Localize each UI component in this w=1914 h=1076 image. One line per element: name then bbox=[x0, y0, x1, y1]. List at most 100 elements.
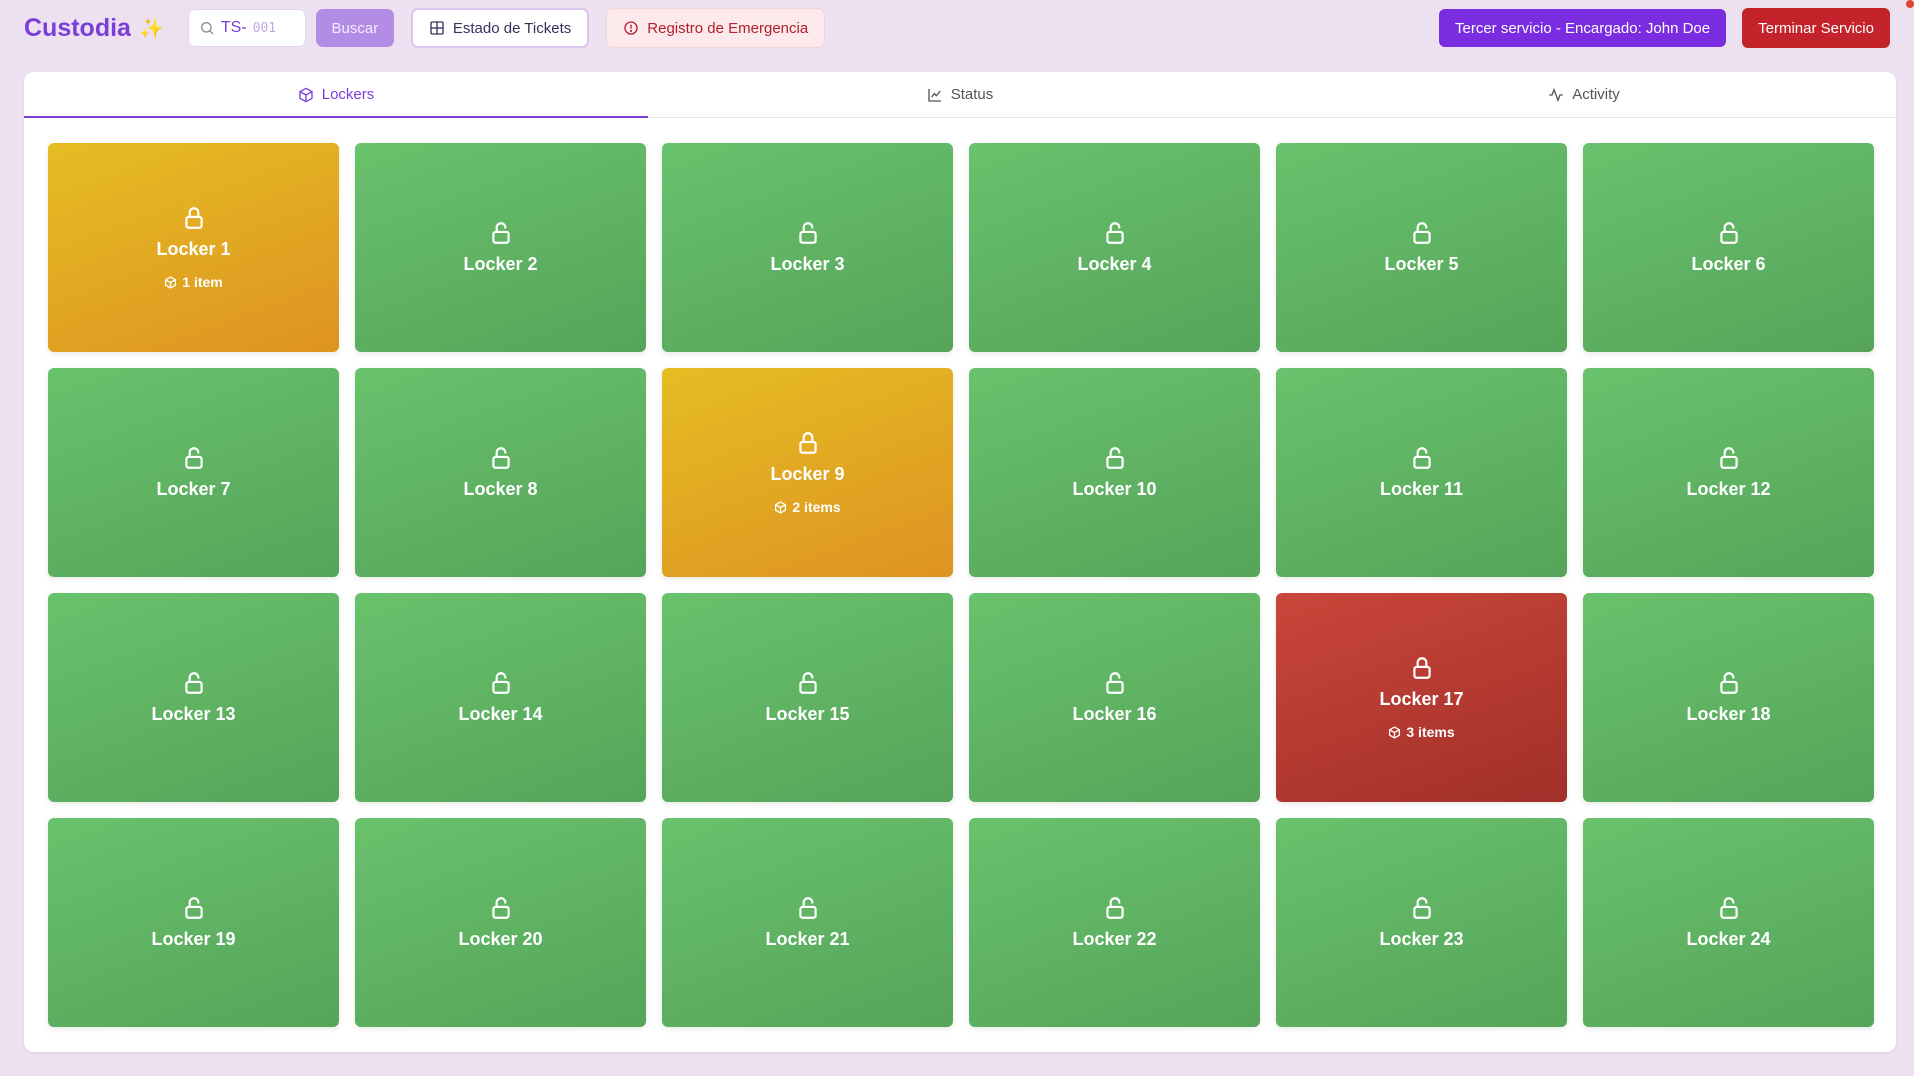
locker-card[interactable]: Locker 22 bbox=[969, 818, 1260, 1027]
locker-name: Locker 9 bbox=[770, 464, 845, 484]
lock-open-icon bbox=[1105, 222, 1124, 244]
tab-status[interactable]: Status bbox=[648, 72, 1272, 117]
sparkle-icon: ✨ bbox=[138, 17, 164, 40]
locker-card[interactable]: Locker 18 bbox=[1583, 593, 1874, 802]
locker-card[interactable]: Locker 11 bbox=[1276, 368, 1567, 577]
locker-card[interactable]: Locker 24 bbox=[1583, 818, 1874, 1027]
locker-name: Locker 21 bbox=[765, 929, 850, 949]
locker-card[interactable]: Locker 9 2 items bbox=[662, 368, 953, 577]
lock-open-icon bbox=[491, 672, 510, 694]
locker-item-count: 2 items bbox=[774, 499, 841, 515]
main-panel: Lockers Status Activity Locker 11 item Lo… bbox=[24, 72, 1896, 1052]
ticket-search-box[interactable]: TS- bbox=[187, 9, 306, 47]
locker-card[interactable]: Locker 21 bbox=[662, 818, 953, 1027]
locker-name: Locker 1 bbox=[156, 239, 231, 259]
lock-open-icon bbox=[491, 222, 510, 244]
ticket-status-button[interactable]: Estado de Tickets bbox=[410, 8, 590, 48]
activity-icon bbox=[1549, 87, 1563, 102]
box-icon bbox=[165, 275, 177, 289]
lock-open-icon bbox=[184, 897, 203, 919]
lock-open-icon bbox=[1105, 672, 1124, 694]
locker-item-count-label: 2 items bbox=[792, 499, 841, 515]
tab-activity-label: Activity bbox=[1572, 86, 1620, 103]
alert-circle-icon bbox=[624, 21, 638, 35]
locker-card[interactable]: Locker 15 bbox=[662, 593, 953, 802]
locker-card[interactable]: Locker 12 bbox=[1583, 368, 1874, 577]
lock-open-icon bbox=[1719, 222, 1738, 244]
locker-name: Locker 16 bbox=[1072, 704, 1157, 724]
service-badge[interactable]: Tercer servicio - Encargado: John Doe bbox=[1439, 9, 1727, 47]
lock-open-icon bbox=[1105, 897, 1124, 919]
locker-name: Locker 12 bbox=[1686, 479, 1771, 499]
locker-name: Locker 3 bbox=[770, 254, 845, 274]
locker-item-count-label: 1 item bbox=[182, 274, 223, 290]
lock-open-icon bbox=[1105, 447, 1124, 469]
locker-name: Locker 18 bbox=[1686, 704, 1771, 724]
lock-open-icon bbox=[184, 672, 203, 694]
emergency-log-label: Registro de Emergencia bbox=[647, 19, 809, 37]
lock-icon bbox=[1412, 657, 1431, 679]
tab-activity[interactable]: Activity bbox=[1272, 72, 1896, 117]
locker-card[interactable]: Locker 10 bbox=[969, 368, 1260, 577]
locker-card[interactable]: Locker 16 bbox=[969, 593, 1260, 802]
tab-lockers-label: Lockers bbox=[321, 86, 375, 103]
locker-name: Locker 15 bbox=[765, 704, 850, 724]
box-icon bbox=[1389, 725, 1401, 739]
ticket-prefix: TS- bbox=[220, 19, 247, 36]
lock-open-icon bbox=[491, 897, 510, 919]
locker-card[interactable]: Locker 7 bbox=[48, 368, 339, 577]
locker-name: Locker 22 bbox=[1072, 929, 1157, 949]
locker-card[interactable]: Locker 5 bbox=[1276, 143, 1567, 352]
app-title: Custodia ✨ bbox=[24, 14, 164, 43]
locker-name: Locker 19 bbox=[151, 929, 236, 949]
lock-open-icon bbox=[798, 222, 817, 244]
top-bar: Custodia ✨ TS- Buscar Estado de Tickets … bbox=[0, 0, 1914, 56]
locker-name: Locker 7 bbox=[156, 479, 231, 499]
lock-open-icon bbox=[1719, 897, 1738, 919]
locker-card[interactable]: Locker 6 bbox=[1583, 143, 1874, 352]
locker-name: Locker 5 bbox=[1384, 254, 1459, 274]
locker-card[interactable]: Locker 14 bbox=[355, 593, 646, 802]
locker-card[interactable]: Locker 4 bbox=[969, 143, 1260, 352]
lock-icon bbox=[184, 207, 203, 229]
locker-card[interactable]: Locker 3 bbox=[662, 143, 953, 352]
lock-open-icon bbox=[184, 447, 203, 469]
search-button[interactable]: Buscar bbox=[315, 9, 394, 47]
lock-open-icon bbox=[798, 897, 817, 919]
lock-open-icon bbox=[1719, 447, 1738, 469]
locker-card[interactable]: Locker 2 bbox=[355, 143, 646, 352]
locker-name: Locker 13 bbox=[151, 704, 236, 724]
locker-card[interactable]: Locker 1 1 item bbox=[48, 143, 339, 352]
tab-lockers[interactable]: Lockers bbox=[24, 72, 648, 118]
emergency-log-button[interactable]: Registro de Emergencia bbox=[606, 8, 826, 48]
locker-item-count: 1 item bbox=[164, 274, 223, 290]
lock-open-icon bbox=[1719, 672, 1738, 694]
locker-card[interactable]: Locker 20 bbox=[355, 818, 646, 1027]
lock-open-icon bbox=[798, 672, 817, 694]
locker-item-count: 3 items bbox=[1388, 724, 1455, 740]
locker-name: Locker 10 bbox=[1072, 479, 1157, 499]
lock-open-icon bbox=[491, 447, 510, 469]
locker-item-count-label: 3 items bbox=[1406, 724, 1455, 740]
locker-card[interactable]: Locker 13 bbox=[48, 593, 339, 802]
locker-name: Locker 17 bbox=[1379, 689, 1464, 709]
lock-icon bbox=[798, 432, 817, 454]
locker-card[interactable]: Locker 23 bbox=[1276, 818, 1567, 1027]
lock-open-icon bbox=[1412, 897, 1431, 919]
tab-bar: Lockers Status Activity bbox=[24, 72, 1896, 118]
locker-card[interactable]: Locker 19 bbox=[48, 818, 339, 1027]
locker-name: Locker 8 bbox=[463, 479, 538, 499]
notification-dot bbox=[1906, 0, 1914, 8]
locker-card[interactable]: Locker 17 3 items bbox=[1276, 593, 1567, 802]
locker-card[interactable]: Locker 8 bbox=[355, 368, 646, 577]
tab-status-label: Status bbox=[950, 86, 994, 103]
lock-open-icon bbox=[1412, 222, 1431, 244]
locker-grid: Locker 1 1 item Locker 2 Locker 3 Locker 4 Lo… bbox=[48, 143, 1874, 1027]
locker-name: Locker 24 bbox=[1686, 929, 1771, 949]
search-icon bbox=[200, 22, 214, 35]
ticket-search-input[interactable] bbox=[252, 20, 293, 36]
table-icon bbox=[430, 21, 444, 35]
end-service-button[interactable]: Terminar Servicio bbox=[1742, 8, 1890, 48]
ticket-status-label: Estado de Tickets bbox=[452, 19, 572, 37]
locker-name: Locker 14 bbox=[458, 704, 543, 724]
